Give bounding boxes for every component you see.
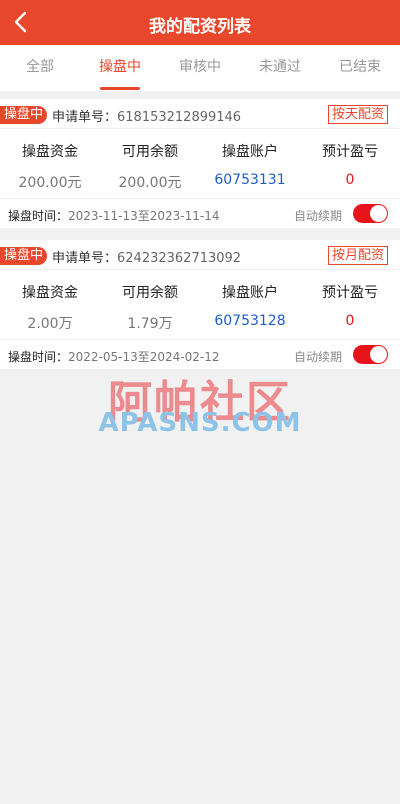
tab-rejected[interactable]: 未通过: [240, 45, 320, 91]
col-label-pnl: 预计盈亏: [322, 144, 378, 160]
tab-reviewing[interactable]: 审核中: [160, 45, 240, 91]
order-stats: 操盘资金 可用余额 操盘账户 预计盈亏 200.00元 200.00元 6075…: [0, 129, 400, 197]
status-badge: 操盘中: [0, 106, 48, 124]
trading-period-dates: 2022-05-13至2024-02-12: [68, 350, 220, 364]
status-badge: 操盘中: [0, 247, 48, 265]
auto-renew-toggle[interactable]: [353, 345, 388, 364]
page-title: 我的配资列表: [149, 17, 251, 37]
tab-label: 已结束: [339, 59, 381, 75]
col-label-available: 可用余额: [122, 144, 178, 160]
col-label-available: 可用余额: [122, 285, 178, 301]
available-value: 200.00元: [118, 175, 182, 191]
auto-renew-label: 自动续期: [293, 209, 342, 223]
order-number-value: 618153212899146: [117, 110, 242, 125]
col-label-capital: 操盘资金: [22, 144, 78, 160]
auto-renew-label: 自动续期: [293, 350, 342, 364]
toggle-knob: [370, 346, 387, 363]
order-card[interactable]: 操盘中 申请单号：624232362713092 按月配资 操盘资金 可用余额 …: [0, 240, 400, 369]
col-label-account: 操盘账户: [222, 285, 278, 301]
pnl-value: 0: [345, 172, 355, 188]
auto-renew-toggle[interactable]: [353, 204, 388, 223]
plan-type-badge: 按天配资: [327, 105, 388, 124]
plan-type-badge: 按月配资: [327, 246, 388, 265]
toggle-knob: [370, 205, 387, 222]
col-label-capital: 操盘资金: [22, 285, 78, 301]
order-card[interactable]: 操盘中 申请单号：618153212899146 按天配资 操盘资金 可用余额 …: [0, 99, 400, 228]
tab-label: 操盘中: [99, 59, 141, 75]
trading-period-dates: 2023-11-13至2023-11-14: [68, 209, 220, 223]
order-card-header: 操盘中 申请单号：618153212899146 按天配资: [0, 99, 400, 129]
trading-period: 操盘时间：2022-05-13至2024-02-12: [8, 348, 220, 365]
tab-finished[interactable]: 已结束: [320, 45, 400, 91]
app-header: 我的配资列表: [0, 0, 400, 45]
order-number-label: 申请单号：: [52, 251, 118, 266]
trading-period-label: 操盘时间：: [8, 350, 69, 364]
pnl-value: 0: [345, 313, 355, 329]
trading-period-label: 操盘时间：: [8, 209, 69, 223]
order-number: 申请单号：624232362713092: [52, 247, 241, 266]
col-label-pnl: 预计盈亏: [322, 285, 378, 301]
order-number-label: 申请单号：: [52, 110, 118, 125]
order-stats: 操盘资金 可用余额 操盘账户 预计盈亏 2.00万 1.79万 60753128…: [0, 270, 400, 338]
capital-value: 2.00万: [27, 316, 73, 332]
account-link[interactable]: 60753131: [200, 172, 300, 188]
tab-label: 未通过: [259, 59, 301, 75]
order-number-value: 624232362713092: [117, 251, 242, 266]
account-link[interactable]: 60753128: [200, 313, 300, 329]
order-card-footer: 操盘时间：2022-05-13至2024-02-12 自动续期: [0, 339, 400, 369]
order-card-header: 操盘中 申请单号：624232362713092 按月配资: [0, 240, 400, 270]
tab-active-indicator: [100, 87, 140, 90]
tab-label: 审核中: [179, 59, 221, 75]
order-number: 申请单号：618153212899146: [52, 106, 241, 125]
capital-value: 200.00元: [18, 175, 82, 191]
available-value: 1.79万: [127, 316, 173, 332]
order-card-footer: 操盘时间：2023-11-13至2023-11-14 自动续期: [0, 198, 400, 228]
tab-all[interactable]: 全部: [0, 45, 80, 91]
status-tabs: 全部 操盘中 审核中 未通过 已结束: [0, 45, 400, 91]
col-label-account: 操盘账户: [222, 144, 278, 160]
tab-trading[interactable]: 操盘中: [80, 45, 160, 91]
trading-period: 操盘时间：2023-11-13至2023-11-14: [8, 207, 220, 224]
watermark-en: APASNS.COM: [98, 408, 302, 438]
tab-label: 全部: [26, 59, 54, 75]
